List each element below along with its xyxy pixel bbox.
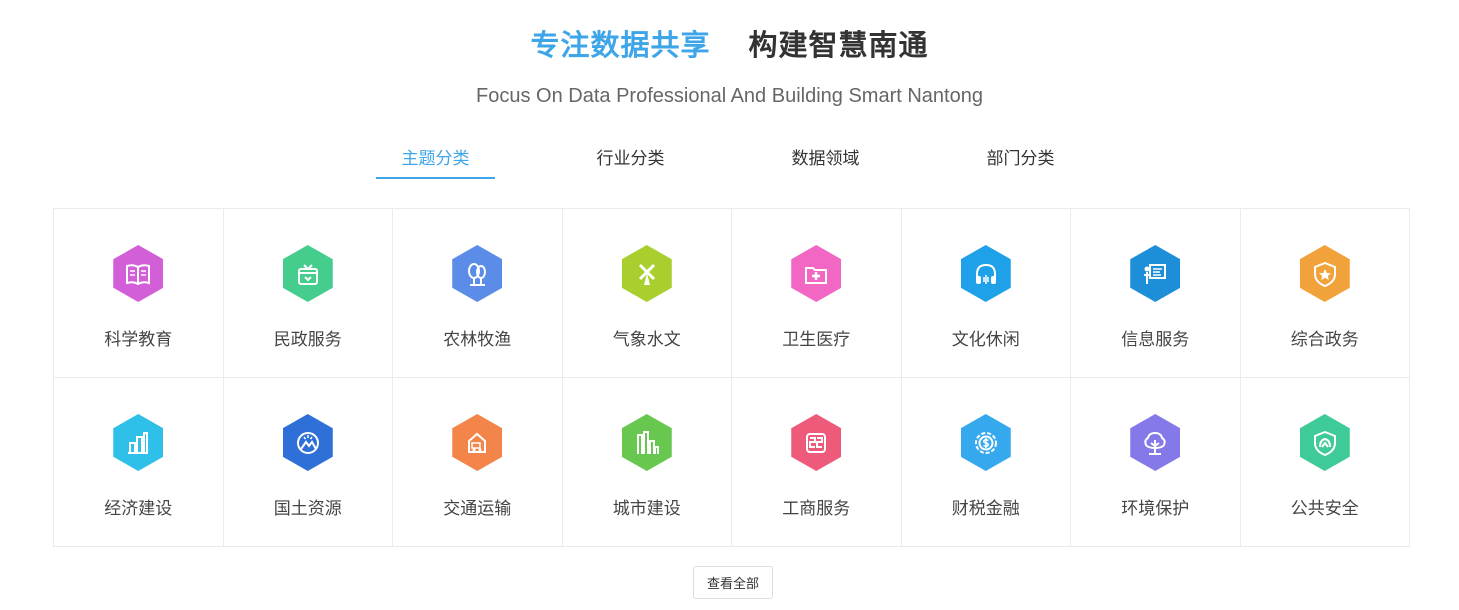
category-label: 工商服务 <box>782 499 851 518</box>
category-label: 卫生医疗 <box>782 330 851 349</box>
category-label: 信息服务 <box>1121 330 1190 349</box>
truck-box-icon <box>452 414 503 471</box>
headphones-icon <box>960 245 1011 302</box>
page-subtitle: Focus On Data Professional And Building … <box>476 85 983 107</box>
category-label: 公共安全 <box>1290 499 1359 518</box>
category-item[interactable]: 工商服务 <box>732 378 902 547</box>
category-item[interactable]: 科学教育 <box>54 209 224 378</box>
category-item[interactable]: 交通运输 <box>393 378 563 547</box>
category-label: 交通运输 <box>443 499 512 518</box>
category-item[interactable]: 气象水文 <box>562 209 732 378</box>
tree-environment-icon <box>1130 414 1181 471</box>
category-label: 财税金融 <box>951 499 1020 518</box>
category-item[interactable]: 文化休闲 <box>901 209 1071 378</box>
category-label: 文化休闲 <box>951 330 1020 349</box>
category-label: 科学教育 <box>104 330 173 349</box>
category-item[interactable]: 经济建设 <box>54 378 224 547</box>
page-title: 专注数据共享 构建智慧南通 <box>0 27 1459 65</box>
tab-department[interactable]: 部门分类 <box>923 145 1118 179</box>
category-item[interactable]: 民政服务 <box>223 209 393 378</box>
presentation-icon <box>1130 245 1181 302</box>
category-item[interactable]: 国土资源 <box>223 378 393 547</box>
building-chart-icon <box>113 414 164 471</box>
category-label: 城市建设 <box>612 499 681 518</box>
book-icon <box>113 245 164 302</box>
view-all-button[interactable]: 查看全部 <box>693 566 773 599</box>
safety-shield-icon <box>1299 414 1350 471</box>
title-part-2: 构建智慧南通 <box>748 30 929 62</box>
category-tabs: 主题分类 行业分类 数据领域 部门分类 <box>338 145 1118 179</box>
tab-data-field[interactable]: 数据领域 <box>728 145 923 179</box>
windmill-icon <box>621 245 672 302</box>
gift-box-icon <box>282 245 333 302</box>
category-label: 农林牧渔 <box>443 330 512 349</box>
category-grid: 科学教育 民政服务 农林牧渔 气象水文 卫生医疗 文化休闲 信息服务 综合政务经济建设 国土资源… <box>53 208 1410 547</box>
category-label: 民政服务 <box>273 330 342 349</box>
category-item[interactable]: 公共安全 <box>1240 378 1410 547</box>
category-label: 环境保护 <box>1121 499 1190 518</box>
tree-icon <box>452 245 503 302</box>
business-seal-icon <box>791 414 842 471</box>
category-label: 国土资源 <box>273 499 342 518</box>
category-item[interactable]: 信息服务 <box>1071 209 1241 378</box>
category-item[interactable]: 农林牧渔 <box>393 209 563 378</box>
category-label: 气象水文 <box>612 330 681 349</box>
category-item[interactable]: 城市建设 <box>562 378 732 547</box>
category-label: 综合政务 <box>1290 330 1359 349</box>
coin-gear-icon <box>960 414 1011 471</box>
shield-star-icon <box>1299 245 1350 302</box>
medical-folder-icon <box>791 245 842 302</box>
title-part-1: 专注数据共享 <box>530 30 711 62</box>
header: 专注数据共享 构建智慧南通 Focus On Data Professional … <box>0 27 1459 110</box>
city-buildings-icon <box>621 414 672 471</box>
category-item[interactable]: 综合政务 <box>1240 209 1410 378</box>
category-item[interactable]: 卫生医疗 <box>732 209 902 378</box>
tab-industry[interactable]: 行业分类 <box>533 145 728 179</box>
tab-theme[interactable]: 主题分类 <box>338 145 533 179</box>
category-item[interactable]: 财税金融 <box>901 378 1071 547</box>
category-item[interactable]: 环境保护 <box>1071 378 1241 547</box>
mountain-sun-icon <box>282 414 333 471</box>
category-label: 经济建设 <box>104 499 173 518</box>
